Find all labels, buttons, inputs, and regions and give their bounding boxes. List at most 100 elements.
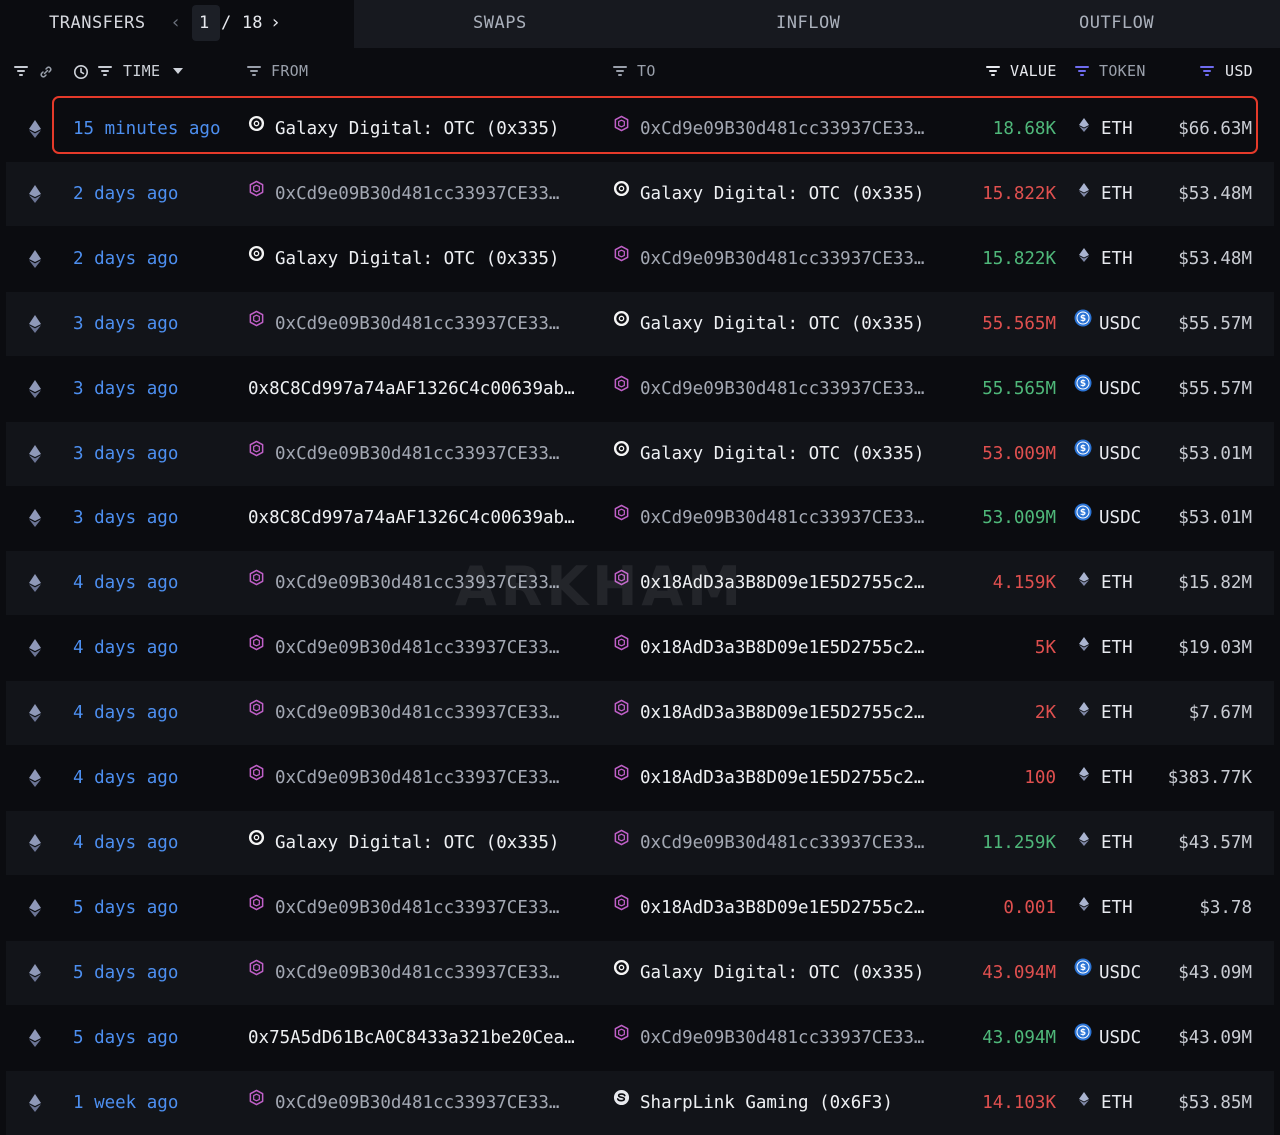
table-row[interactable]: 5 days ago 0xCd9e09B30d481cc33937CE33… 0x1… bbox=[6, 876, 1274, 940]
time-link[interactable]: 5 days ago bbox=[73, 941, 178, 1005]
from-address[interactable]: Galaxy Digital: OTC (0x335) bbox=[248, 227, 559, 291]
usd-amount: $15.82M bbox=[1178, 573, 1252, 594]
from-address[interactable]: 0xCd9e09B30d481cc33937CE33… bbox=[248, 876, 559, 940]
time-link[interactable]: 4 days ago bbox=[73, 616, 178, 680]
from-address[interactable]: 0xCd9e09B30d481cc33937CE33… bbox=[248, 746, 559, 810]
token-filter-icon[interactable] bbox=[1075, 66, 1089, 77]
from-address[interactable]: Galaxy Digital: OTC (0x335) bbox=[248, 811, 559, 875]
table-row[interactable]: 3 days ago 0xCd9e09B30d481cc33937CE33… Gal… bbox=[6, 421, 1274, 486]
to-address[interactable]: 0x18AdD3a3B8D09e1E5D2755c2… bbox=[613, 746, 924, 810]
table-row[interactable]: 5 days ago 0x75A5dD61BcA0C8433a321be20Cea… bbox=[6, 1006, 1274, 1070]
to-filter-icon[interactable] bbox=[613, 66, 627, 77]
table-row[interactable]: 2 days ago 0xCd9e09B30d481cc33937CE33… Gal… bbox=[6, 161, 1274, 226]
sort-down-icon[interactable] bbox=[173, 68, 183, 75]
to-address[interactable]: 0xCd9e09B30d481cc33937CE33… bbox=[613, 227, 924, 291]
tab-inflow[interactable]: INFLOW bbox=[776, 13, 840, 33]
tab-swaps[interactable]: SWAPS bbox=[473, 13, 527, 33]
time-link[interactable]: 2 days ago bbox=[73, 162, 178, 226]
column-header-usd[interactable]: USD bbox=[1225, 62, 1253, 80]
page-total: 18 bbox=[242, 13, 263, 33]
svg-text:$: $ bbox=[1080, 509, 1086, 519]
time-link[interactable]: 4 days ago bbox=[73, 681, 178, 745]
to-address[interactable]: Galaxy Digital: OTC (0x335) bbox=[613, 422, 924, 486]
to-address[interactable]: Galaxy Digital: OTC (0x335) bbox=[613, 162, 924, 226]
token-cell[interactable]: ETH bbox=[1079, 681, 1133, 745]
token-cell[interactable]: $ USDC bbox=[1074, 1006, 1141, 1070]
to-address[interactable]: Galaxy Digital: OTC (0x335) bbox=[613, 292, 924, 356]
usd-filter-icon[interactable] bbox=[1200, 66, 1214, 77]
usd-amount: $43.57M bbox=[1178, 832, 1252, 853]
from-filter-icon[interactable] bbox=[247, 66, 261, 77]
from-address[interactable]: 0xCd9e09B30d481cc33937CE33… bbox=[248, 616, 559, 680]
table-row[interactable]: 1 week ago 0xCd9e09B30d481cc33937CE33… Sha… bbox=[6, 1070, 1274, 1135]
from-address[interactable]: 0xCd9e09B30d481cc33937CE33… bbox=[248, 1071, 559, 1135]
to-address[interactable]: 0x18AdD3a3B8D09e1E5D2755c2… bbox=[613, 616, 924, 680]
token-cell[interactable]: ETH bbox=[1079, 551, 1133, 615]
table-row[interactable]: 3 days ago 0x8C8Cd997a74aAF1326C4c00639ab… bbox=[6, 486, 1274, 550]
to-address[interactable]: Galaxy Digital: OTC (0x335) bbox=[613, 941, 924, 1005]
table-row[interactable]: 5 days ago 0xCd9e09B30d481cc33937CE33… Gal… bbox=[6, 940, 1274, 1005]
chevron-left-icon[interactable]: ‹ bbox=[172, 12, 179, 33]
filter-icon[interactable] bbox=[14, 66, 28, 77]
token-cell[interactable]: ETH bbox=[1079, 616, 1133, 680]
column-header-token[interactable]: TOKEN bbox=[1099, 62, 1146, 80]
time-link[interactable]: 4 days ago bbox=[73, 551, 178, 615]
table-row[interactable]: 4 days ago 0xCd9e09B30d481cc33937CE33… 0x1… bbox=[6, 746, 1274, 810]
tab-outflow[interactable]: OUTFLOW bbox=[1079, 13, 1154, 33]
token-cell[interactable]: ETH bbox=[1079, 227, 1133, 291]
table-row[interactable]: 2 days ago Galaxy Digital: OTC (0x335) 0xC… bbox=[6, 227, 1274, 291]
token-cell[interactable]: ETH bbox=[1079, 876, 1133, 940]
time-link[interactable]: 3 days ago bbox=[73, 357, 178, 421]
time-link[interactable]: 2 days ago bbox=[73, 227, 178, 291]
time-link[interactable]: 5 days ago bbox=[73, 1006, 178, 1070]
token-cell[interactable]: $ USDC bbox=[1074, 357, 1141, 421]
time-link[interactable]: 3 days ago bbox=[73, 422, 178, 486]
time-link[interactable]: 3 days ago bbox=[73, 486, 178, 550]
time-link[interactable]: 3 days ago bbox=[73, 292, 178, 356]
to-address[interactable]: 0xCd9e09B30d481cc33937CE33… bbox=[613, 486, 924, 550]
token-cell[interactable]: $ USDC bbox=[1074, 486, 1141, 550]
to-address[interactable]: 0xCd9e09B30d481cc33937CE33… bbox=[613, 1006, 924, 1070]
time-link[interactable]: 5 days ago bbox=[73, 876, 178, 940]
from-address[interactable]: 0xCd9e09B30d481cc33937CE33… bbox=[248, 162, 559, 226]
from-address[interactable]: 0x75A5dD61BcA0C8433a321be20Cea… bbox=[248, 1006, 575, 1070]
table-row[interactable]: 4 days ago 0xCd9e09B30d481cc33937CE33… 0x1… bbox=[6, 681, 1274, 746]
chevron-right-icon[interactable]: › bbox=[272, 12, 279, 33]
token-cell[interactable]: ETH bbox=[1079, 746, 1133, 810]
token-cell[interactable]: ETH bbox=[1079, 1071, 1133, 1135]
from-address[interactable]: 0xCd9e09B30d481cc33937CE33… bbox=[248, 422, 559, 486]
from-address[interactable]: 0x8C8Cd997a74aAF1326C4c00639ab… bbox=[248, 486, 575, 550]
from-address[interactable]: 0xCd9e09B30d481cc33937CE33… bbox=[248, 292, 559, 356]
tab-transfers[interactable]: TRANSFERS ‹ 1 / 18 › bbox=[0, 0, 354, 48]
token-cell[interactable]: $ USDC bbox=[1074, 292, 1141, 356]
from-address[interactable]: 0xCd9e09B30d481cc33937CE33… bbox=[248, 941, 559, 1005]
link-icon[interactable] bbox=[38, 64, 54, 80]
table-row[interactable]: 3 days ago 0x8C8Cd997a74aAF1326C4c00639ab… bbox=[6, 357, 1274, 421]
from-address[interactable]: 0xCd9e09B30d481cc33937CE33… bbox=[248, 681, 559, 745]
tab-bar: TRANSFERS ‹ 1 / 18 › SWAPS INFLOW OUTFLO… bbox=[0, 0, 1280, 48]
column-header-from[interactable]: FROM bbox=[271, 62, 308, 80]
time-link[interactable]: 4 days ago bbox=[73, 811, 178, 875]
ethereum-chain-icon bbox=[29, 963, 41, 982]
column-header-to[interactable]: TO bbox=[637, 62, 656, 80]
token-cell[interactable]: ETH bbox=[1079, 162, 1133, 226]
time-link[interactable]: 1 week ago bbox=[73, 1071, 178, 1135]
token-cell[interactable]: $ USDC bbox=[1074, 422, 1141, 486]
column-header-time[interactable]: TIME bbox=[123, 62, 160, 80]
to-address[interactable]: 0xCd9e09B30d481cc33937CE33… bbox=[613, 811, 924, 875]
time-link[interactable]: 4 days ago bbox=[73, 746, 178, 810]
to-address[interactable]: SharpLink Gaming (0x6F3) bbox=[613, 1071, 893, 1135]
value-filter-icon[interactable] bbox=[986, 66, 1000, 77]
usd-amount: $55.57M bbox=[1178, 313, 1252, 334]
table-row[interactable]: 4 days ago 0xCd9e09B30d481cc33937CE33… 0x1… bbox=[6, 616, 1274, 680]
token-cell[interactable]: ETH bbox=[1079, 811, 1133, 875]
to-address[interactable]: 0x18AdD3a3B8D09e1E5D2755c2… bbox=[613, 681, 924, 745]
time-filter-icon[interactable] bbox=[98, 66, 112, 77]
table-row[interactable]: 3 days ago 0xCd9e09B30d481cc33937CE33… Gal… bbox=[6, 291, 1274, 356]
to-address[interactable]: 0xCd9e09B30d481cc33937CE33… bbox=[613, 357, 924, 421]
token-cell[interactable]: $ USDC bbox=[1074, 941, 1141, 1005]
table-row[interactable]: 4 days ago Galaxy Digital: OTC (0x335) 0xC… bbox=[6, 810, 1274, 875]
to-address[interactable]: 0x18AdD3a3B8D09e1E5D2755c2… bbox=[613, 876, 924, 940]
from-address[interactable]: 0x8C8Cd997a74aAF1326C4c00639ab… bbox=[248, 357, 575, 421]
column-header-value[interactable]: VALUE bbox=[1010, 62, 1057, 80]
